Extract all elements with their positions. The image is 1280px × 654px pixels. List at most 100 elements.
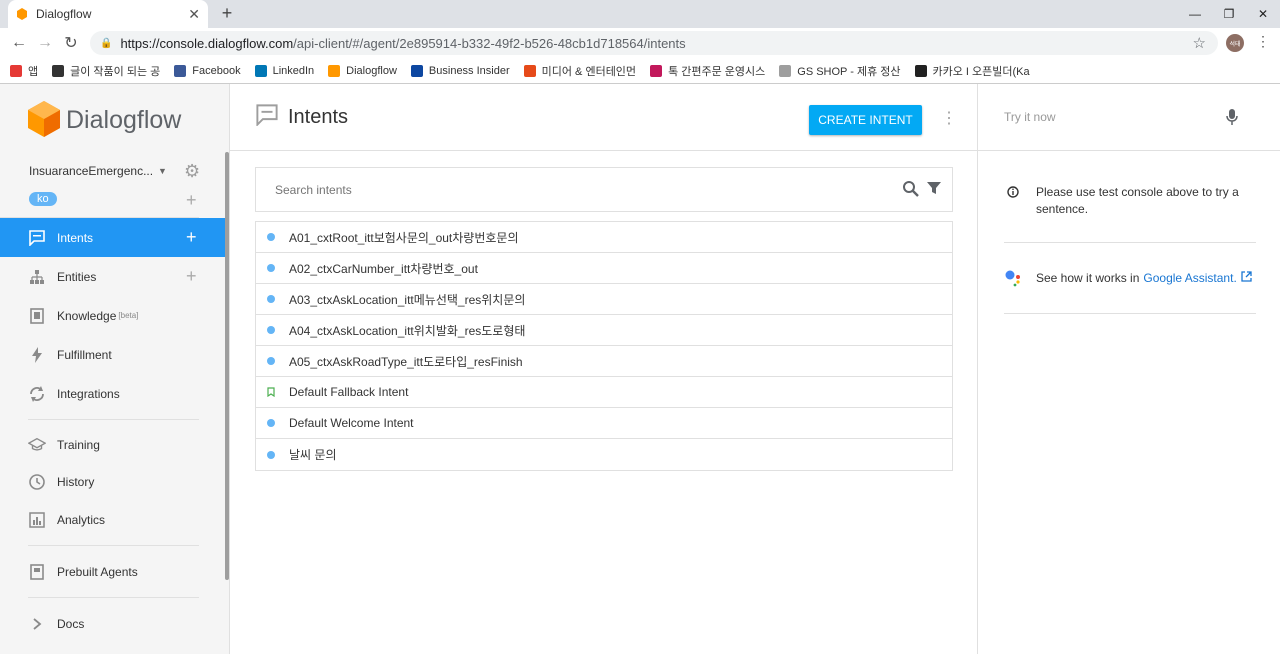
- bookmark-favicon-icon: [328, 64, 341, 77]
- add-entity-icon[interactable]: +: [186, 266, 197, 287]
- bookmark-item[interactable]: 톡 간편주문 운영시스: [650, 63, 765, 79]
- close-tab-icon[interactable]: ✕: [188, 6, 200, 23]
- minimize-icon[interactable]: —: [1178, 0, 1212, 28]
- language-chip[interactable]: ko: [29, 192, 57, 206]
- google-assistant-row: See how it works in Google Assistant.: [1004, 268, 1252, 288]
- agent-selector[interactable]: InsuaranceEmergenc... ▼ ⚙: [0, 156, 229, 186]
- chevron-right-icon: [28, 615, 46, 633]
- bookmark-item[interactable]: 카카오 I 오픈빌더(Ka: [914, 63, 1030, 79]
- sidebar-nav-tertiary: Prebuilt Agents: [0, 552, 229, 591]
- browser-menu-icon[interactable]: ⋮: [1256, 33, 1270, 50]
- bookmark-item[interactable]: 미디어 & 엔터테인먼: [523, 63, 636, 79]
- filter-icon[interactable]: [926, 180, 942, 201]
- sidebar-item-integrations[interactable]: Integrations: [0, 374, 229, 413]
- sidebar-divider: [28, 419, 199, 420]
- sidebar-item-docs[interactable]: Docs: [0, 604, 229, 643]
- sidebar-nav-secondary: Training History Analytics: [0, 426, 229, 539]
- bookmark-item[interactable]: GS SHOP - 제휴 정산: [779, 63, 901, 79]
- brand-name: Dialogflow: [66, 105, 182, 134]
- reload-icon[interactable]: ↻: [58, 33, 84, 53]
- restore-icon[interactable]: ❐: [1212, 0, 1246, 28]
- bookmark-item[interactable]: LinkedIn: [254, 64, 314, 77]
- more-options-icon[interactable]: ⋮: [941, 108, 957, 128]
- intent-name: 날씨 문의: [289, 448, 337, 462]
- sidebar-item-analytics[interactable]: Analytics: [0, 500, 229, 539]
- sidebar-item-history[interactable]: History: [0, 463, 229, 500]
- intent-row[interactable]: Default Fallback Intent: [256, 377, 952, 408]
- intent-row[interactable]: A03_ctxAskLocation_itt메뉴선택_res위치문의: [256, 284, 952, 315]
- try-placeholder: Try it now: [1004, 110, 1056, 124]
- bookmark-item[interactable]: Dialogflow: [328, 64, 397, 77]
- chat-bubble-icon: [256, 103, 278, 131]
- try-it-now-input[interactable]: Try it now: [978, 84, 1280, 151]
- bookmark-label: 톡 간편주문 운영시스: [668, 65, 766, 78]
- sidebar-item-label: Fulfillment: [57, 347, 112, 362]
- address-bar[interactable]: 🔒 https://console.dialogflow.com/api-cli…: [90, 31, 1218, 55]
- sidebar-item-knowledge[interactable]: Knowledge [beta]: [0, 296, 229, 335]
- brand-logo[interactable]: Dialogflow: [0, 84, 229, 156]
- sidebar-item-prebuilt-agents[interactable]: Prebuilt Agents: [0, 552, 229, 591]
- hierarchy-icon: [28, 268, 46, 286]
- new-tab-button[interactable]: +: [216, 3, 238, 24]
- add-language-icon[interactable]: +: [186, 190, 197, 211]
- sidebar-item-training[interactable]: Training: [0, 426, 229, 463]
- google-assistant-icon: [1005, 270, 1020, 287]
- external-link-icon[interactable]: [1241, 271, 1252, 285]
- intent-status-dot: [267, 419, 275, 427]
- intent-row[interactable]: 날씨 문의: [256, 439, 952, 470]
- console-info: Please use test console above to try a s…: [1004, 184, 1256, 218]
- bookmark-label: GS SHOP - 제휴 정산: [797, 65, 901, 78]
- add-intent-icon[interactable]: +: [186, 227, 197, 248]
- intent-row[interactable]: A01_cxtRoot_itt보험사문의_out차량번호문의: [256, 222, 952, 253]
- intent-status-dot: [267, 450, 275, 459]
- sidebar-scrollbar[interactable]: [225, 152, 229, 580]
- agent-name: InsuaranceEmergenc...: [29, 164, 154, 178]
- dialogflow-app: Dialogflow InsuaranceEmergenc... ▼ ⚙ ko …: [0, 84, 1280, 654]
- sidebar-item-entities[interactable]: Entities +: [0, 257, 229, 296]
- gear-icon[interactable]: ⚙: [184, 161, 200, 182]
- lock-icon: 🔒: [100, 37, 113, 49]
- bookmark-star-icon[interactable]: ☆: [1193, 34, 1206, 52]
- bookmark-item[interactable]: 앱: [10, 63, 38, 79]
- clock-icon: [28, 473, 46, 491]
- bookmark-label: 앱: [28, 65, 39, 78]
- create-intent-button[interactable]: CREATE INTENT: [809, 105, 922, 135]
- sidebar-divider: [28, 545, 199, 546]
- window-controls: — ❐ ✕: [1178, 0, 1280, 28]
- close-window-icon[interactable]: ✕: [1246, 0, 1280, 28]
- intent-row[interactable]: A04_ctxAskLocation_itt위치발화_res도로형태: [256, 315, 952, 346]
- sidebar-nav: Intents + Entities + Knowledge [beta] Ful…: [0, 218, 229, 413]
- bookmark-favicon-icon: [523, 64, 536, 77]
- dialogflow-favicon-icon: [17, 8, 27, 20]
- intent-name: A02_ctxCarNumber_itt차량번호_out: [289, 261, 478, 276]
- beta-badge: [beta]: [118, 311, 139, 320]
- intent-status-dot: [267, 357, 275, 365]
- sidebar-item-intents[interactable]: Intents +: [0, 218, 229, 257]
- bookmark-item[interactable]: Facebook: [174, 64, 241, 77]
- browser-tab[interactable]: Dialogflow ✕: [8, 0, 208, 28]
- test-console: Try it now Please use test console above…: [978, 84, 1280, 654]
- google-assistant-link[interactable]: Google Assistant.: [1143, 271, 1236, 285]
- microphone-icon[interactable]: [1226, 108, 1238, 129]
- profile-avatar[interactable]: 석태: [1226, 34, 1244, 52]
- sidebar-item-label: Docs: [57, 616, 85, 631]
- chevron-down-icon[interactable]: ▼: [158, 166, 167, 176]
- search-icon[interactable]: [902, 180, 920, 203]
- forward-icon[interactable]: →: [32, 34, 58, 52]
- intent-list: A01_cxtRoot_itt보험사문의_out차량번호문의 A02_ctxCar…: [255, 221, 953, 471]
- intent-row[interactable]: Default Welcome Intent: [256, 408, 952, 439]
- sidebar-item-fulfillment[interactable]: Fulfillment: [0, 335, 229, 374]
- bookmark-favicon-icon: [10, 64, 22, 77]
- page-title: Intents: [288, 105, 349, 128]
- sidebar-item-label: Training: [57, 437, 100, 452]
- bookmark-item[interactable]: Business Insider: [410, 64, 510, 77]
- bookmark-favicon-icon: [174, 64, 187, 77]
- search-input[interactable]: [275, 182, 875, 197]
- bookmark-favicon-icon: [254, 64, 267, 77]
- back-icon[interactable]: ←: [6, 34, 32, 52]
- intent-row[interactable]: A05_ctxAskRoadType_itt도로타입_resFinish: [256, 346, 952, 377]
- bookmark-item[interactable]: 글이 작품이 되는 공: [52, 63, 160, 79]
- divider: [1004, 313, 1256, 314]
- intent-row[interactable]: A02_ctxCarNumber_itt차량번호_out: [256, 253, 952, 284]
- intent-name: Default Fallback Intent: [289, 385, 409, 399]
